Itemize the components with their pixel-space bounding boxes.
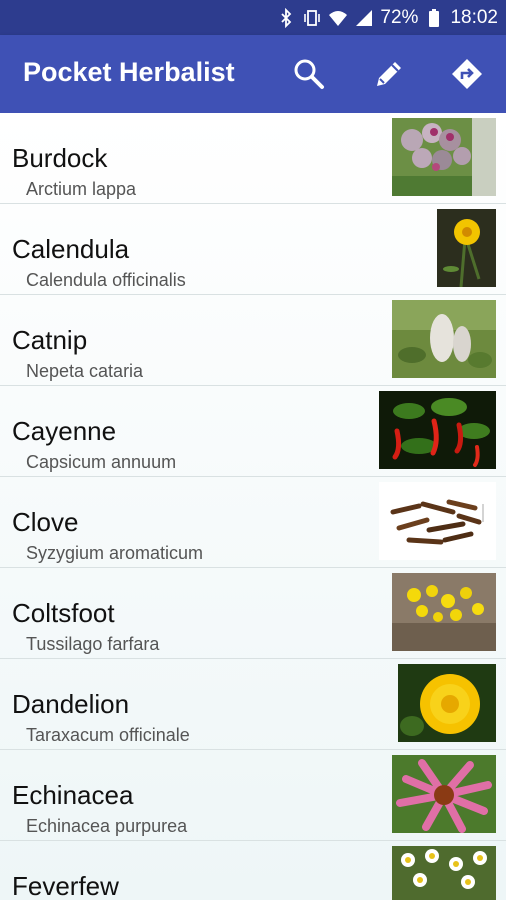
herb-list-item[interactable]: Coltsfoot Tussilago farfara (0, 568, 506, 659)
herb-name: Cayenne (12, 416, 117, 446)
clock: 18:02 (450, 6, 498, 28)
directions-icon (452, 59, 482, 89)
herb-list-item[interactable]: Burdock Arctium lappa (0, 113, 506, 204)
herb-name: Calendula (12, 234, 130, 264)
app-bar: Pocket Herbalist (0, 35, 506, 113)
herb-list[interactable]: Burdock Arctium lappa Calendula Calendul… (0, 113, 506, 900)
burdock-photo (392, 118, 496, 196)
herb-latin-name: Taraxacum officinale (26, 725, 190, 745)
herb-latin-name: Syzygium aromaticum (26, 543, 204, 563)
status-bar: 72% 18:02 (0, 0, 506, 35)
herb-list-item[interactable]: Echinacea Echinacea purpurea (0, 750, 506, 841)
echinacea-photo (392, 755, 496, 833)
herb-latin-name: Echinacea purpurea (26, 816, 188, 836)
battery-icon (424, 8, 444, 28)
herb-latin-name: Capsicum annuum (26, 452, 177, 472)
edit-pencil-icon (377, 62, 401, 86)
feverfew-photo (392, 846, 496, 900)
herb-latin-name: Calendula officinalis (26, 270, 186, 290)
battery-percent: 72% (380, 6, 419, 28)
herb-list-item[interactable]: Calendula Calendula officinalis (0, 204, 506, 295)
herb-name: Feverfew (12, 871, 119, 900)
wifi-icon (328, 8, 348, 28)
herb-list-item[interactable]: Dandelion Taraxacum officinale (0, 659, 506, 750)
bluetooth-icon (276, 7, 296, 28)
herb-name: Echinacea (12, 780, 134, 810)
herb-name: Dandelion (12, 689, 130, 719)
search-icon (294, 59, 324, 89)
edit-button[interactable] (369, 54, 409, 94)
signal-icon (354, 8, 374, 28)
herb-list-item[interactable]: Cayenne Capsicum annuum (0, 386, 506, 477)
search-button[interactable] (289, 54, 329, 94)
herb-name: Coltsfoot (12, 598, 115, 628)
dandelion-photo (398, 664, 496, 742)
calendula-photo (437, 209, 496, 287)
cayenne-photo (379, 391, 496, 469)
herb-name: Burdock (12, 143, 108, 173)
coltsfoot-photo (392, 573, 496, 651)
directions-button[interactable] (447, 54, 487, 94)
herb-list-item[interactable]: Clove Syzygium aromaticum (0, 477, 506, 568)
herb-name: Catnip (12, 325, 88, 355)
herb-list-item[interactable]: Feverfew (0, 841, 506, 900)
herb-list-item[interactable]: Catnip Nepeta cataria (0, 295, 506, 386)
herb-latin-name: Tussilago farfara (26, 634, 160, 654)
herb-name: Clove (12, 507, 79, 537)
herb-latin-name: Arctium lappa (26, 179, 137, 199)
app-title: Pocket Herbalist (23, 57, 235, 87)
vibrate-icon (302, 8, 322, 28)
clove-photo (379, 482, 496, 560)
herb-latin-name: Nepeta cataria (26, 361, 144, 381)
catnip-photo (392, 300, 496, 378)
